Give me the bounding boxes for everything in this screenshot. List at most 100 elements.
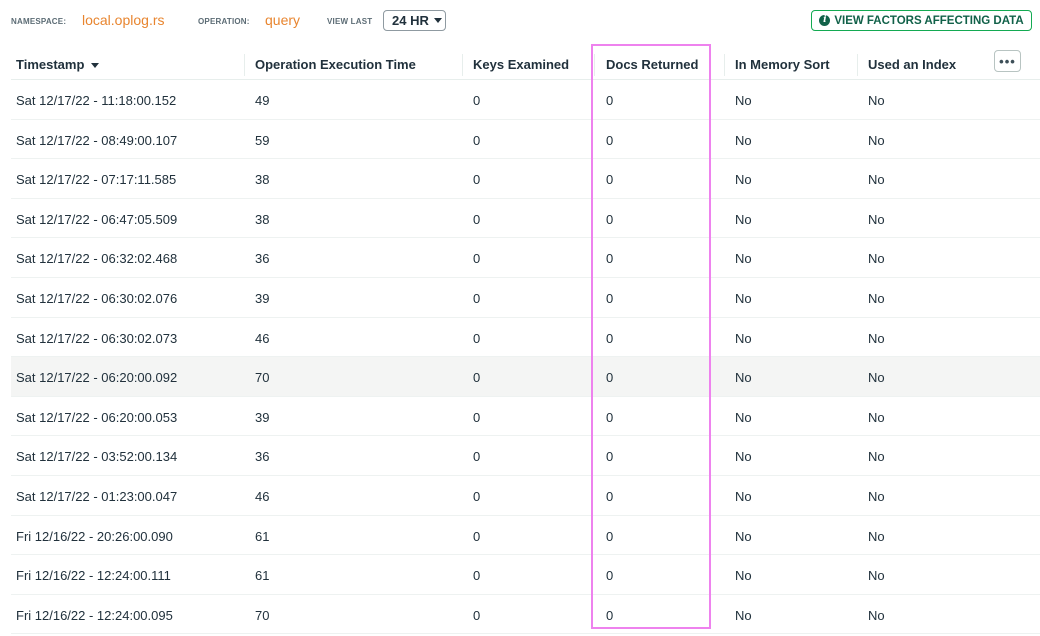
cell-used-an-index: No [868,172,885,188]
cell-used-an-index: No [868,370,885,386]
info-icon: i [819,15,831,26]
column-header-in-memory-sort[interactable]: In Memory Sort [735,57,830,72]
cell-execution-time: 36 [255,251,270,267]
sort-down-icon[interactable] [91,63,100,69]
column-header-used-an-index[interactable]: Used an Index [868,57,956,72]
cell-docs-returned: 0 [606,449,614,465]
ellipsis-icon: ••• [999,53,1016,69]
cell-execution-time: 46 [255,330,270,346]
cell-execution-time: 38 [255,211,270,227]
cell-timestamp: Fri 12/16/22 - 12:24:00.095 [16,607,173,623]
cell-keys-examined: 0 [473,409,481,425]
table-row[interactable]: Sat 12/17/22 - 06:32:02.468 36 0 0 No No [11,238,1040,278]
cell-execution-time: 38 [255,172,270,188]
cell-docs-returned: 0 [606,211,614,227]
table-row[interactable]: Fri 12/16/22 - 12:24:00.095 70 0 0 No No [11,595,1040,635]
table-row[interactable]: Sat 12/17/22 - 06:20:00.053 39 0 0 No No [11,397,1040,437]
cell-in-memory-sort: No [735,568,752,584]
cell-timestamp: Sat 12/17/22 - 06:30:02.073 [16,330,178,346]
cell-docs-returned: 0 [606,488,614,504]
column-divider [594,54,595,76]
cell-keys-examined: 0 [473,568,481,584]
cell-in-memory-sort: No [735,449,752,465]
cell-timestamp: Sat 12/17/22 - 06:32:02.468 [16,251,178,267]
cell-execution-time: 61 [255,568,270,584]
cell-keys-examined: 0 [473,93,481,108]
cell-in-memory-sort: No [735,172,752,188]
cell-keys-examined: 0 [473,251,481,267]
cell-keys-examined: 0 [473,528,481,544]
operation-value[interactable]: query [265,12,300,28]
cell-used-an-index: No [868,607,885,623]
cell-timestamp: Fri 12/16/22 - 20:26:00.090 [16,528,173,544]
table-row[interactable]: Sat 12/17/22 - 01:23:00.047 46 0 0 No No [11,476,1040,516]
cell-in-memory-sort: No [735,251,752,267]
cell-execution-time: 39 [255,409,270,425]
more-options-button[interactable]: ••• [994,50,1021,72]
table-row[interactable]: Sat 12/17/22 - 06:30:02.073 46 0 0 No No [11,318,1040,358]
table-row[interactable]: Sat 12/17/22 - 11:18:00.152 49 0 0 No No [11,80,1040,120]
column-divider [724,54,725,76]
cell-docs-returned: 0 [606,370,614,386]
table-header: Timestamp Operation Execution Time Keys … [11,44,1040,80]
view-last-label: VIEW LAST [327,17,373,26]
column-header-docs-returned[interactable]: Docs Returned [606,57,698,72]
cell-keys-examined: 0 [473,290,481,306]
cell-timestamp: Sat 12/17/22 - 03:52:00.134 [16,449,178,465]
namespace-value[interactable]: local.oplog.rs [82,12,165,28]
table-row[interactable]: Sat 12/17/22 - 06:30:02.076 39 0 0 No No [11,278,1040,318]
column-header-label: Timestamp [16,57,85,72]
cell-execution-time: 70 [255,370,270,386]
cell-used-an-index: No [868,211,885,227]
table-body: Sat 12/17/22 - 11:18:00.152 49 0 0 No No Sat 1… [11,80,1040,635]
table-row[interactable]: Sat 12/17/22 - 08:49:00.107 59 0 0 No No [11,120,1040,160]
cell-keys-examined: 0 [473,172,481,188]
cell-keys-examined: 0 [473,449,481,465]
column-header-timestamp[interactable]: Timestamp [16,57,100,72]
column-header-keys-examined[interactable]: Keys Examined [473,57,569,72]
cell-in-memory-sort: No [735,370,752,386]
cell-keys-examined: 0 [473,607,481,623]
cell-execution-time: 39 [255,290,270,306]
view-factors-label: VIEW FACTORS AFFECTING DATA [834,14,1024,27]
chevron-down-icon [433,18,442,23]
table-row[interactable]: Sat 12/17/22 - 07:17:11.585 38 0 0 No No [11,159,1040,199]
cell-used-an-index: No [868,488,885,504]
table-row[interactable]: Sat 12/17/22 - 06:47:05.509 38 0 0 No No [11,199,1040,239]
cell-execution-time: 59 [255,132,270,148]
cell-keys-examined: 0 [473,330,481,346]
cell-in-memory-sort: No [735,528,752,544]
cell-docs-returned: 0 [606,330,614,346]
cell-timestamp: Sat 12/17/22 - 06:20:00.092 [16,370,178,386]
cell-execution-time: 46 [255,488,270,504]
cell-in-memory-sort: No [735,290,752,306]
namespace-label: NAMESPACE: [11,17,67,26]
cell-docs-returned: 0 [606,251,614,267]
cell-docs-returned: 0 [606,172,614,188]
cell-in-memory-sort: No [735,211,752,227]
cell-docs-returned: 0 [606,409,614,425]
table-row[interactable]: Fri 12/16/22 - 12:24:00.111 61 0 0 No No [11,555,1040,595]
view-last-dropdown[interactable]: 24 HR [383,10,446,31]
cell-timestamp: Sat 12/17/22 - 01:23:00.047 [16,488,178,504]
cell-docs-returned: 0 [606,290,614,306]
table-row[interactable]: Fri 12/16/22 - 20:26:00.090 61 0 0 No No [11,516,1040,556]
cell-keys-examined: 0 [473,211,481,227]
table-row[interactable]: Sat 12/17/22 - 03:52:00.134 36 0 0 No No [11,436,1040,476]
filter-bar: NAMESPACE: local.oplog.rs OPERATION: que… [0,0,1040,44]
cell-used-an-index: No [868,568,885,584]
cell-docs-returned: 0 [606,607,614,623]
cell-in-memory-sort: No [735,488,752,504]
cell-used-an-index: No [868,528,885,544]
cell-timestamp: Sat 12/17/22 - 08:49:00.107 [16,132,178,148]
cell-docs-returned: 0 [606,528,614,544]
cell-timestamp: Sat 12/17/22 - 11:18:00.152 [16,93,177,108]
table-row[interactable]: Sat 12/17/22 - 06:20:00.092 70 0 0 No No [11,357,1040,397]
cell-timestamp: Fri 12/16/22 - 12:24:00.111 [16,568,171,584]
cell-timestamp: Sat 12/17/22 - 06:20:00.053 [16,409,178,425]
view-factors-button[interactable]: i VIEW FACTORS AFFECTING DATA [811,10,1032,31]
cell-used-an-index: No [868,330,885,346]
column-header-execution-time[interactable]: Operation Execution Time [255,57,416,72]
cell-timestamp: Sat 12/17/22 - 07:17:11.585 [16,172,177,188]
cell-in-memory-sort: No [735,93,752,108]
